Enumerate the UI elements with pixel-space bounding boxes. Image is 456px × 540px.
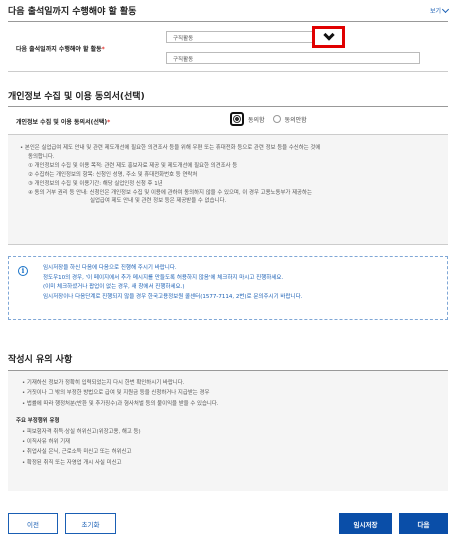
caution-note: • 기재하신 정보가 정확히 입력되었는지 다시 한번 확인하시기 바랍니다. [22,380,185,386]
activity-label: 다음 출석일까지 수행해야 할 활동* [16,46,105,53]
radio-selected-icon [233,115,241,123]
disagree-radio[interactable] [272,115,281,123]
disagree-label[interactable]: 동의안함 [285,115,307,124]
agree-radio[interactable] [230,112,244,126]
chevron-down-icon [322,28,335,41]
consent-row: 개인정보 수집 및 이용 동의서(선택)* 동의함 동의안함 [8,107,448,135]
agree-label[interactable]: 동의함 [248,115,265,124]
activity-section-header: 다음 출석일까지 수행해야 할 활동 보기 [8,0,450,22]
activity-dropdown-button[interactable] [312,26,345,48]
consent-detail-line: ② 수집하는 개인정보의 항목: 신청인 성명, 주소 및 휴대전화번호 등 연… [28,171,198,178]
info-line: 임시저장이나 다음단계로 진행되지 않을 경우 한국고용정보원 콜센터(1577… [43,293,303,300]
activity-text-input[interactable]: 구직활동 [166,52,420,64]
consent-detail-line: ④ 동의 거부 권리 등 안내: 신청인은 개인정보 수집 및 이용에 관하여 … [28,189,312,196]
info-text: 임시저장을 하신 다음에 다음으로 진행해 주시기 바랍니다. 정도우10의 경… [43,264,302,302]
fold-toggle[interactable]: 보기 [429,5,450,15]
info-line: (이미 체크하셨거나 팝업이 없는 경우, 새 창에서 진행하세요.) [43,284,185,291]
info-line: 임시저장을 하신 다음에 다음으로 진행해 주시기 바랍니다. [43,265,177,271]
fraud-types-title: 주요 부정행위 유형 [16,418,60,425]
caution-note: • 거짓이나 그 밖의 부정한 방법으로 급여 및 지원금 등을 신청하거나 지… [22,390,210,397]
consent-radio-group: 동의함 동의안함 [230,112,307,126]
caution-section-title: 작성시 유의 사항 [8,355,73,365]
next-button[interactable]: 다음 [399,513,448,534]
activity-row: 다음 출석일까지 수행해야 할 활동* 구직활동 구직활동 [8,22,448,72]
consent-detail-line: • 본인은 실업급여 제도 안내 및 관련 제도개선에 필요한 의견조사 등을 … [20,145,321,151]
consent-label: 개인정보 수집 및 이용 동의서(선택)* [16,119,111,126]
consent-detail-line: 실업급여 제도 안내 및 관련 정보 등은 제공받을 수 없습니다. [90,198,227,205]
required-mark: * [101,46,105,53]
consent-detail-line: ① 개인정보의 수집 및 이용 목적: 관련 제도 홍보자료 제공 및 제도개선… [28,162,238,169]
consent-details: • 본인은 실업급여 제도 안내 및 관련 제도개선에 필요한 의견조사 등을 … [8,135,448,245]
prev-button[interactable]: 이전 [8,513,58,534]
activity-select[interactable]: 구직활동 [166,31,336,43]
temp-save-button[interactable]: 임시저장 [339,513,392,534]
info-icon: i [18,266,28,276]
info-line: 정도우10의 경우, '이 페이지에서 추가 메시지를 만들도록 허용하지 않음… [43,274,284,281]
consent-section-title: 개인정보 수집 및 이용 동의서(선택) [8,92,145,102]
required-mark: * [107,119,111,126]
consent-detail-line: ③ 개인정보의 수집 및 이용기간: 해당 실업인정 신청 후 1년 [28,180,163,187]
fraud-item: • 이직사유 허위 기재 [22,439,70,446]
caution-box: • 기재하신 정보가 정확히 입력되었는지 다시 한번 확인하시기 바랍니다. … [8,371,448,491]
fraud-item: • 피보험자격 취득·상실 허위신고(위장고용, 해고 등) [22,428,141,435]
consent-detail-line: 동의합니다. [28,153,55,160]
info-notice: i 임시저장을 하신 다음에 다음으로 진행해 주시기 바랍니다. 정도우10의… [8,256,448,320]
fold-toggle-label: 보기 [429,8,441,15]
reset-button[interactable]: 초기화 [65,513,116,534]
activity-section-title: 다음 출석일까지 수행해야 할 활동 [8,7,137,17]
fraud-item: • 확정된 취직 또는 자영업 개시 사실 미신고 [22,459,122,466]
chevron-down-icon [441,5,450,13]
fraud-item: • 취업사실 은닉, 근로소득 미신고 또는 허위신고 [22,449,132,456]
caution-note: • 법률에 따라 행정처분(반환 및 추가징수)과 형사처벌 등의 불이익을 받… [22,400,219,407]
